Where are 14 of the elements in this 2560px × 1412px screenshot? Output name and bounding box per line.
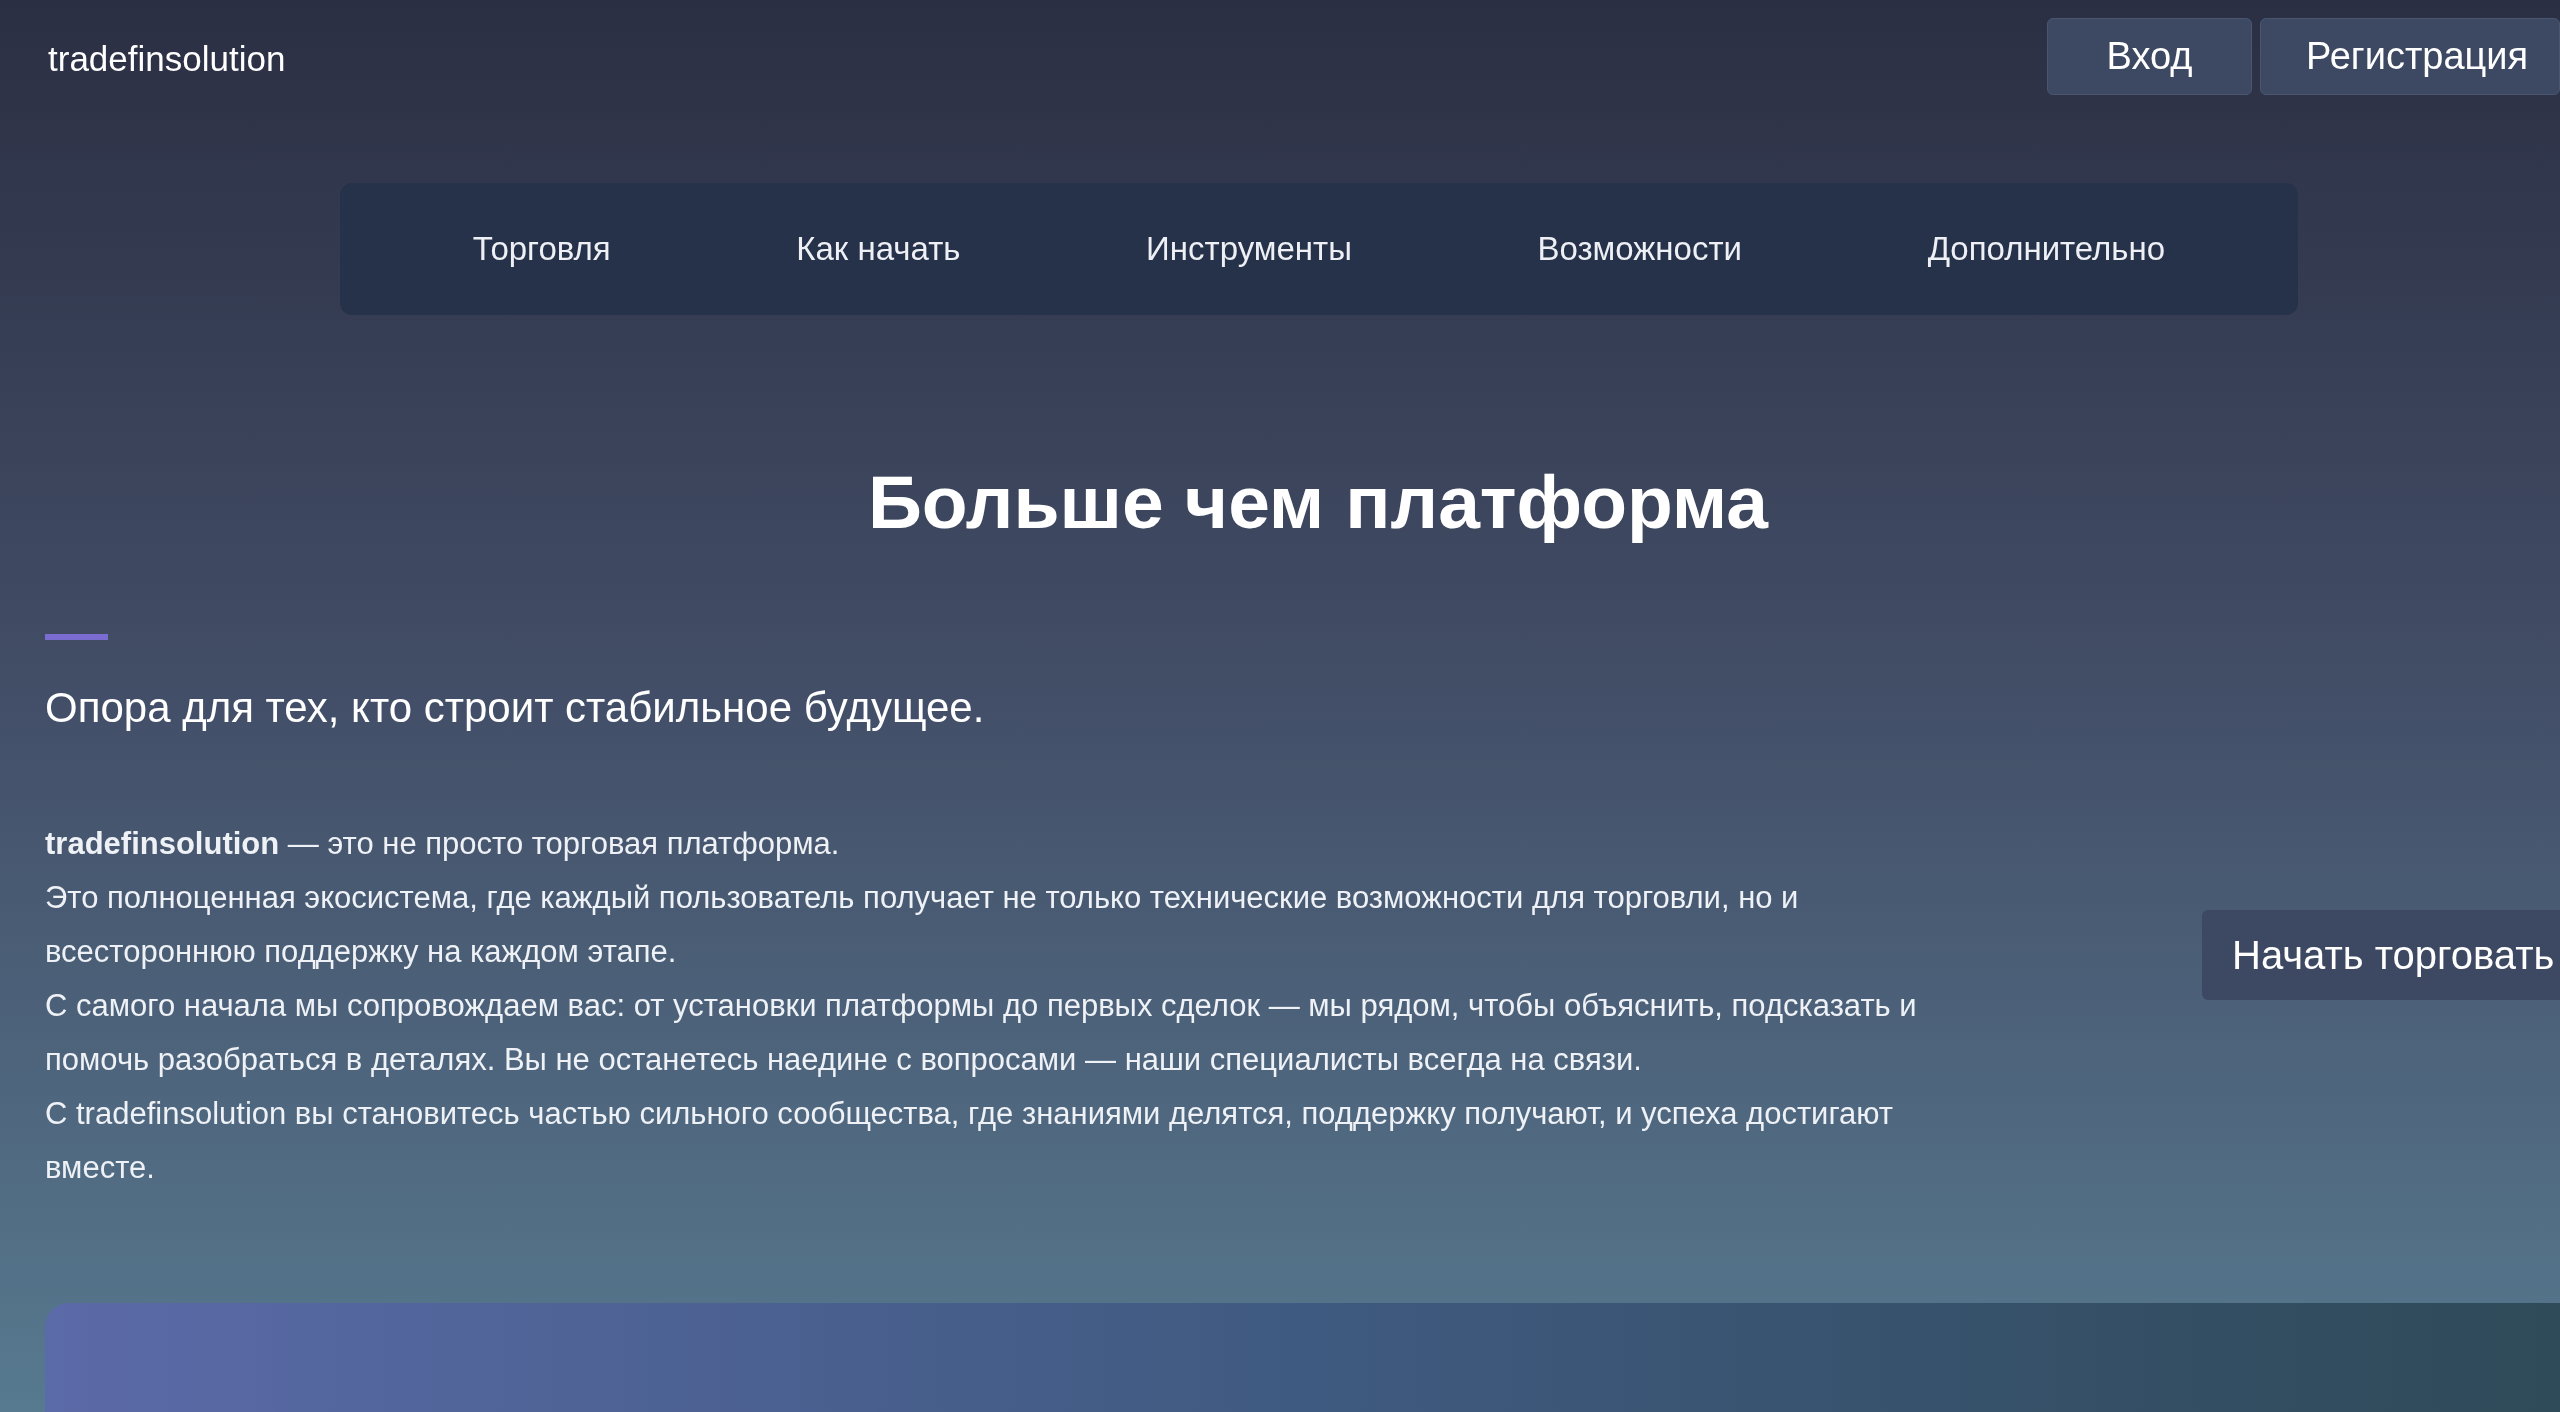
hero-subtitle: Опора для тех, кто строит стабильное будущее. [45, 683, 986, 733]
login-button[interactable]: Вход [2047, 18, 2252, 95]
nav-link[interactable]: Как начать [796, 224, 961, 274]
body-paragraph: С самого начала мы сопровождаем вас: от установки платформы до первых сделок — мы рядом, чтобы объяснить, подсказать и помочь разобраться в деталях. Вы не останетесь наедине с вопросами — наши специалисты всегда на связи. [45, 987, 1918, 1079]
nav-link[interactable]: Торговля [472, 224, 611, 274]
nav-link[interactable]: Возможности [1537, 224, 1742, 274]
body-paragraph: С tradefinsolution вы становитесь частью сильного сообщества, где знаниями делятся, поддержку получают, и успеха достигают вместе. [45, 1095, 1895, 1187]
register-button[interactable]: Регистрация [2260, 18, 2560, 95]
body-paragraph: tradefinsolution — это не просто торговая платформа. [45, 825, 841, 863]
site-logo[interactable]: tradefinsolution [48, 33, 286, 86]
nav-link[interactable]: Дополнительно [1927, 224, 2166, 274]
body-paragraph: Это полноценная экосистема, где каждый пользователь получает не только технические возможности для торговли, но и всестороннюю поддержку на каждом этапе. [45, 879, 1800, 971]
start-trading-button[interactable]: Начать торговать [2202, 910, 2560, 1000]
nav-link[interactable]: Инструменты [1146, 224, 1352, 274]
